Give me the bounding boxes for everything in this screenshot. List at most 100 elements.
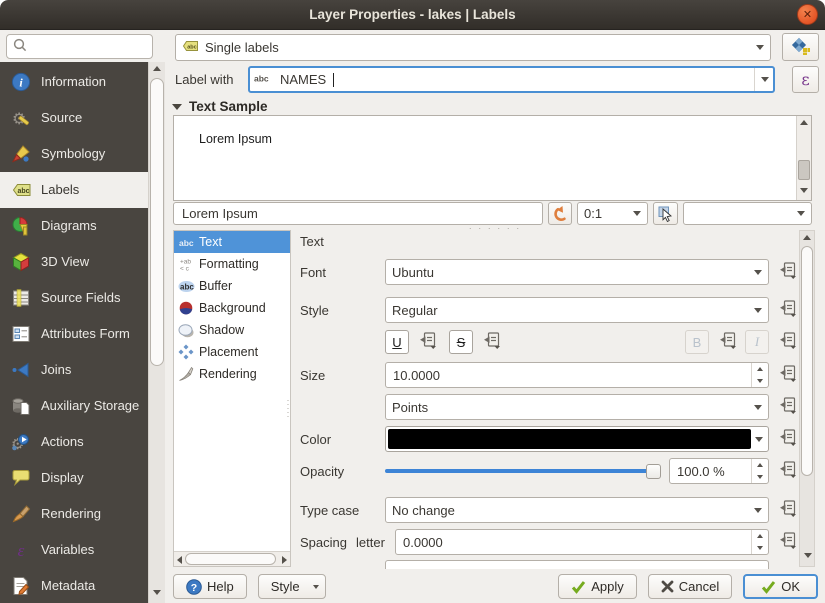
- style-menu-button[interactable]: Style: [258, 574, 326, 599]
- tab-placement[interactable]: Placement: [174, 341, 290, 363]
- partially-visible-spinbox: [385, 560, 769, 569]
- layer-properties-dialog: Layer Properties - lakes | Labels ✕ i In…: [0, 0, 825, 603]
- search-input[interactable]: [6, 34, 153, 59]
- color-dropdown[interactable]: [751, 429, 766, 449]
- tab-shadow[interactable]: Shadow: [174, 319, 290, 341]
- hscrollbar-thumb[interactable]: [185, 553, 276, 565]
- size-unit-combobox[interactable]: Points: [385, 394, 769, 420]
- preview-scrollbar-thumb[interactable]: [798, 160, 810, 180]
- data-defined-override-button[interactable]: [775, 330, 799, 354]
- data-defined-override-button[interactable]: [775, 363, 799, 387]
- sidebar-item-source-fields[interactable]: Source Fields: [0, 280, 148, 316]
- opacity-slider[interactable]: [385, 458, 661, 484]
- preview-scrollbar[interactable]: [796, 116, 811, 200]
- data-defined-override-button[interactable]: [415, 330, 439, 354]
- sidebar-item-diagrams[interactable]: Diagrams: [0, 208, 148, 244]
- data-defined-override-button[interactable]: [775, 395, 799, 419]
- help-button[interactable]: ? Help: [173, 574, 247, 599]
- sidebar-item-variables[interactable]: ε Variables: [0, 532, 148, 568]
- type-case-combobox[interactable]: No change: [385, 497, 769, 523]
- panel-scrollbar[interactable]: [799, 230, 815, 567]
- strikeout-button[interactable]: S: [449, 330, 473, 354]
- size-spinbox[interactable]: 10.0000: [385, 362, 769, 388]
- scroll-up-icon[interactable]: [800, 120, 808, 125]
- data-defined-override-button[interactable]: [775, 498, 799, 522]
- cancel-button[interactable]: Cancel: [648, 574, 732, 599]
- sidebar-item-attributes-form[interactable]: Attributes Form: [0, 316, 148, 352]
- underline-button[interactable]: U: [385, 330, 409, 354]
- sidebar-scrollbar-thumb[interactable]: [150, 78, 164, 366]
- expression-builder-button[interactable]: ε: [792, 66, 819, 93]
- font-style-combobox[interactable]: Regular: [385, 297, 769, 323]
- map-pointer-icon: [657, 205, 675, 223]
- sidebar-item-metadata[interactable]: Metadata: [0, 568, 148, 603]
- display-icon: [10, 467, 32, 489]
- font-combobox[interactable]: Ubuntu: [385, 259, 769, 285]
- scroll-left-icon[interactable]: [177, 556, 182, 564]
- tab-text[interactable]: abc Text: [174, 231, 290, 253]
- automated-placement-settings-button[interactable]: [782, 33, 819, 61]
- tab-background[interactable]: Background: [174, 297, 290, 319]
- spin-up-icon[interactable]: [752, 363, 768, 375]
- sidebar-search-wrap: [0, 30, 165, 62]
- spin-down-icon[interactable]: [752, 471, 768, 483]
- sidebar: i Information ⚙ Source Symbology abc Lab…: [0, 30, 165, 603]
- sidebar-item-information[interactable]: i Information: [0, 64, 148, 100]
- scroll-up-icon[interactable]: [803, 235, 811, 240]
- sidebar-item-symbology[interactable]: Symbology: [0, 136, 148, 172]
- scroll-right-icon[interactable]: [282, 556, 287, 564]
- ok-button[interactable]: OK: [743, 574, 818, 599]
- close-icon[interactable]: ✕: [797, 4, 818, 25]
- label-type-combobox[interactable]: abc Single labels: [175, 34, 771, 61]
- panel-scrollbar-thumb[interactable]: [801, 246, 813, 476]
- tab-list-hscrollbar[interactable]: [174, 551, 290, 566]
- scroll-down-icon[interactable]: [153, 590, 161, 595]
- scroll-up-icon[interactable]: [153, 66, 161, 71]
- sidebar-item-actions[interactable]: ⚙ Actions: [0, 424, 148, 460]
- data-defined-override-button[interactable]: [775, 298, 799, 322]
- tab-buffer[interactable]: abc Buffer: [174, 275, 290, 297]
- data-defined-override-button[interactable]: [479, 330, 503, 354]
- data-defined-override-button[interactable]: [775, 260, 799, 284]
- font-color-button[interactable]: [385, 426, 769, 452]
- text-sample-section-header[interactable]: Text Sample: [172, 99, 268, 114]
- sidebar-item-display[interactable]: Display: [0, 460, 148, 496]
- opacity-spinbox[interactable]: 100.0 %: [669, 458, 769, 484]
- titlebar[interactable]: Layer Properties - lakes | Labels ✕: [0, 0, 825, 30]
- spin-up-icon[interactable]: [752, 459, 768, 471]
- color-swatch: [388, 429, 751, 449]
- tab-formatting[interactable]: +ab< c Formatting: [174, 253, 290, 275]
- vertical-splitter-handle[interactable]: ·····: [284, 398, 292, 418]
- label-with-combobox[interactable]: abc NAMES: [248, 66, 775, 93]
- data-defined-override-button[interactable]: [775, 459, 799, 483]
- sidebar-item-rendering[interactable]: Rendering: [0, 496, 148, 532]
- sidebar-item-labels[interactable]: abc Labels: [0, 172, 148, 208]
- data-defined-override-button[interactable]: [715, 330, 739, 354]
- sidebar-scrollbar[interactable]: [148, 62, 165, 603]
- bold-button[interactable]: B: [685, 330, 709, 354]
- spin-down-icon[interactable]: [752, 375, 768, 387]
- label-with-dropdown[interactable]: [754, 68, 769, 91]
- scroll-down-icon[interactable]: [800, 188, 808, 193]
- reset-sample-button[interactable]: [548, 202, 572, 225]
- apply-button[interactable]: Apply: [558, 574, 637, 599]
- tab-rendering[interactable]: Rendering: [174, 363, 290, 385]
- scroll-down-icon[interactable]: [804, 553, 812, 558]
- panel-section-title: Text: [300, 234, 324, 249]
- data-defined-override-button[interactable]: [775, 530, 799, 554]
- spin-down-icon[interactable]: [752, 542, 768, 554]
- set-from-map-button[interactable]: [653, 202, 678, 225]
- sidebar-item-auxiliary-storage[interactable]: Auxiliary Storage: [0, 388, 148, 424]
- slider-handle[interactable]: [646, 464, 661, 479]
- sample-text-input[interactable]: Lorem Ipsum: [173, 202, 543, 225]
- letter-spacing-spinbox[interactable]: 0.0000: [395, 529, 769, 555]
- data-defined-override-button[interactable]: [775, 427, 799, 451]
- italic-button[interactable]: I: [745, 330, 769, 354]
- sample-scale-combobox[interactable]: 0:1: [577, 202, 648, 225]
- sidebar-item-source[interactable]: ⚙ Source: [0, 100, 148, 136]
- spin-up-icon[interactable]: [752, 530, 768, 542]
- sidebar-item-joins[interactable]: Joins: [0, 352, 148, 388]
- chevron-down-icon: [756, 45, 764, 50]
- sidebar-item-3d-view[interactable]: 3D View: [0, 244, 148, 280]
- sample-background-color-combobox[interactable]: [683, 202, 812, 225]
